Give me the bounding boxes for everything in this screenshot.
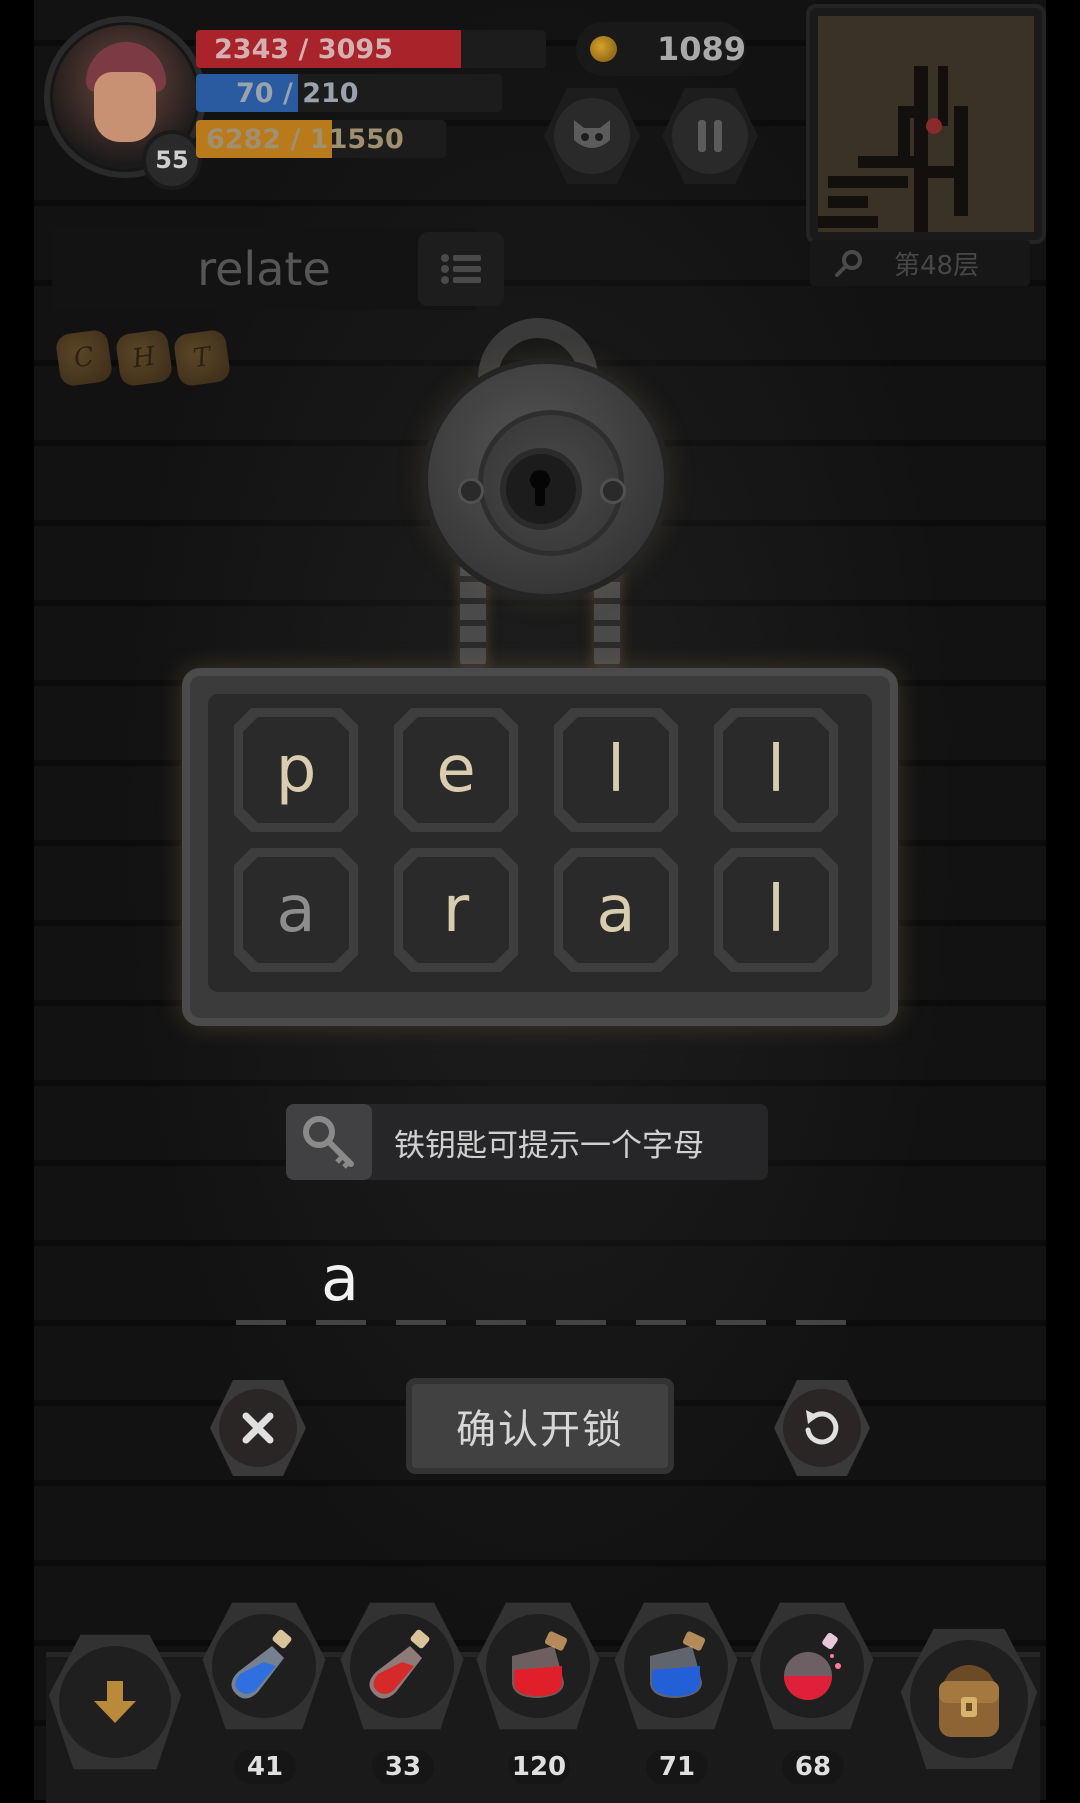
mp-text: 70 / 210 <box>236 77 359 109</box>
confirm-unlock-button[interactable]: 确认开锁 <box>406 1378 674 1474</box>
hint-key-button[interactable] <box>286 1104 372 1180</box>
hp-text: 2343 / 3095 <box>214 33 393 65</box>
red-jar-icon <box>512 1631 568 1698</box>
rune-t[interactable]: T <box>172 328 232 388</box>
letter-tile[interactable]: r <box>394 848 518 972</box>
maze-paths <box>818 66 968 232</box>
answer-slot <box>476 1320 526 1325</box>
confirm-unlock-label: 确认开锁 <box>456 1407 624 1453</box>
answer-slot <box>796 1320 846 1325</box>
word-list-button[interactable] <box>418 232 504 306</box>
letter-tile-text: r <box>403 857 509 963</box>
letter-tile[interactable]: e <box>394 708 518 832</box>
blue-jar-icon <box>650 1631 706 1698</box>
floor-label: 第48层 <box>894 250 980 281</box>
list-icon <box>441 254 481 284</box>
hint-text: 铁钥匙可提示一个字母 <box>394 1127 704 1164</box>
item-count: 33 <box>372 1750 434 1784</box>
answer-slot <box>556 1320 606 1325</box>
refresh-icon <box>805 1410 839 1445</box>
answer-slot <box>396 1320 446 1325</box>
letter-tile-text: l <box>563 717 669 823</box>
pause-icon <box>698 120 722 152</box>
red-round-potion-icon <box>784 1633 841 1700</box>
xp-bar: 6282 / 11550 <box>196 120 446 158</box>
minimap-maze <box>818 16 1034 232</box>
item-count: 41 <box>234 1750 296 1784</box>
coin-icon <box>590 36 617 62</box>
blue-flask-icon <box>231 1629 292 1699</box>
letter-tile[interactable]: l <box>714 848 838 972</box>
letter-tile-text: l <box>723 717 829 823</box>
red-flask-icon <box>369 1629 430 1699</box>
letter-tile-text: p <box>243 717 349 823</box>
letter-tile[interactable]: a <box>554 848 678 972</box>
close-icon <box>242 1412 274 1444</box>
letter-tile[interactable]: p <box>234 708 358 832</box>
answer-letter: a <box>321 1242 359 1315</box>
letter-tile[interactable]: l <box>554 708 678 832</box>
letter-tile-used[interactable]: a <box>234 848 358 972</box>
keyhole-bottom <box>535 484 545 506</box>
padlock-bolt-right <box>600 478 626 504</box>
answer-slot <box>316 1320 366 1325</box>
hp-bar: 2343 / 3095 <box>196 30 546 68</box>
letter-tile[interactable]: l <box>714 708 838 832</box>
answer-slot <box>236 1320 286 1325</box>
item-count: 71 <box>646 1750 708 1784</box>
answer-slot <box>716 1320 766 1325</box>
backpack-icon <box>939 1665 999 1737</box>
answer-slot <box>636 1320 686 1325</box>
rune-h[interactable]: H <box>114 328 174 388</box>
key-hint[interactable]: 铁钥匙可提示一个字母 <box>286 1104 768 1180</box>
avatar-face <box>94 72 156 142</box>
gold-amount: 1089 <box>656 30 746 68</box>
minimap[interactable] <box>806 4 1046 244</box>
current-word: relate <box>52 228 476 310</box>
item-count: 120 <box>508 1750 570 1784</box>
letter-tile-text: e <box>403 717 509 823</box>
mp-bar: 70 / 210 <box>196 74 502 112</box>
monster-face-icon <box>574 120 610 148</box>
gold-counter: 1089 <box>576 22 746 76</box>
padlock-bolt-left <box>458 478 484 504</box>
item-count: 68 <box>782 1750 844 1784</box>
rune-c[interactable]: C <box>54 328 114 388</box>
key-icon <box>303 1116 354 1169</box>
player-marker-icon <box>926 118 942 134</box>
xp-text: 6282 / 11550 <box>206 123 404 155</box>
arrow-down-icon <box>94 1681 136 1723</box>
level-badge: 55 <box>142 130 202 190</box>
letter-tile-text: a <box>563 857 669 963</box>
search-icon <box>835 250 862 277</box>
letter-tile-text: l <box>723 857 829 963</box>
letter-tile-text: a <box>243 857 349 963</box>
floor-indicator: 第48层 <box>810 240 1030 286</box>
